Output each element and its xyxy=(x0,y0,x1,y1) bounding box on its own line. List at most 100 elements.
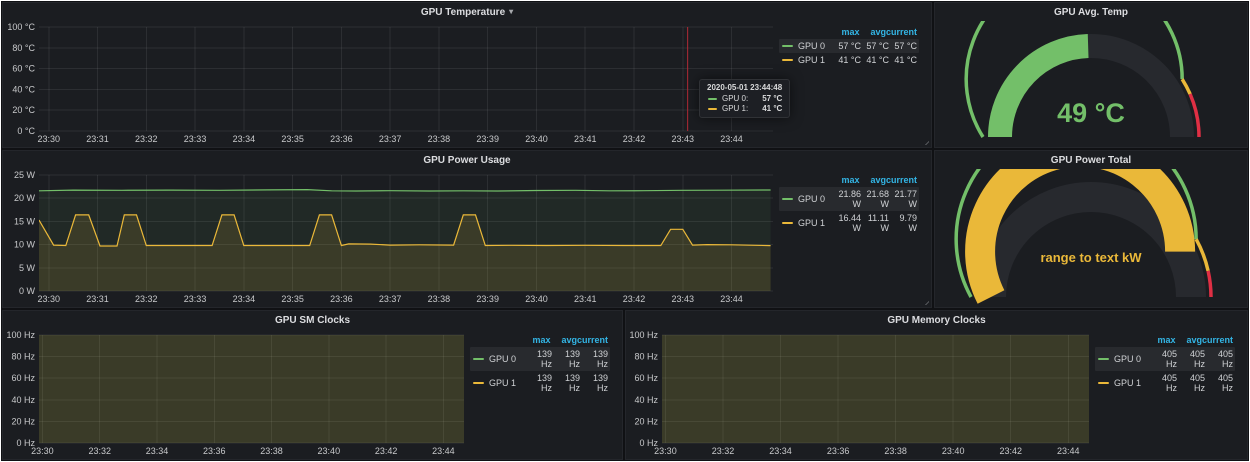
svg-text:23:30: 23:30 xyxy=(37,134,60,144)
panel-title: GPU Temperature xyxy=(421,7,505,18)
svg-text:60 °C: 60 °C xyxy=(12,64,35,74)
legend-row[interactable]: GPU 057 °C57 °C57 °C xyxy=(779,39,919,53)
svg-text:23:36: 23:36 xyxy=(330,134,353,144)
stat-header[interactable]: current xyxy=(577,335,608,345)
svg-text:23:34: 23:34 xyxy=(233,294,256,304)
stat-header[interactable]: avg xyxy=(550,335,577,345)
stat-value: 41 °C xyxy=(889,55,917,65)
stat-value: 405 Hz xyxy=(1149,373,1177,393)
gpu-temperature-chart[interactable]: 0 °C20 °C40 °C60 °C80 °C100 °C23:3023:31… xyxy=(5,21,779,145)
panel-header-gpu-sm-clocks[interactable]: GPU SM Clocks xyxy=(3,311,622,329)
legend-row[interactable]: GPU 0139 Hz139 Hz139 Hz xyxy=(470,347,610,371)
series-color-dash xyxy=(473,358,484,360)
stat-header[interactable]: current xyxy=(886,27,917,37)
stat-header[interactable]: max xyxy=(833,175,859,185)
GPU 1-area xyxy=(39,329,464,443)
tooltip-series-value: 57 °C xyxy=(752,94,782,103)
stat-header[interactable]: avg xyxy=(859,175,886,185)
svg-text:23:44: 23:44 xyxy=(720,294,743,304)
svg-text:23:39: 23:39 xyxy=(476,294,499,304)
svg-text:23:33: 23:33 xyxy=(184,294,207,304)
gpu-sm-clocks-plot: 0 Hz20 Hz40 Hz60 Hz80 Hz100 Hz23:3023:32… xyxy=(5,329,470,457)
gpu-power-total-gauge: range to text kW xyxy=(937,169,1245,305)
gpu-power-usage-chart[interactable]: 0 W5 W10 W15 W20 W25 W23:3023:3123:3223:… xyxy=(5,169,779,305)
stat-header[interactable]: max xyxy=(833,27,859,37)
svg-text:23:31: 23:31 xyxy=(86,134,109,144)
panel-header-gpu-avg-temp[interactable]: GPU Avg. Temp xyxy=(935,3,1247,21)
panel-title: GPU Power Total xyxy=(1051,155,1131,166)
gpu-temperature-legend: maxavgcurrentGPU 057 °C57 °C57 °CGPU 141… xyxy=(779,21,929,145)
series-name: GPU 0 xyxy=(486,354,524,364)
legend-row[interactable]: GPU 1405 Hz405 Hz405 Hz xyxy=(1095,371,1235,395)
svg-text:23:34: 23:34 xyxy=(146,446,169,456)
series-color-dash xyxy=(708,98,717,100)
svg-text:23:42: 23:42 xyxy=(375,446,398,456)
legend-header: maxavgcurrent xyxy=(779,25,919,39)
stat-header[interactable]: avg xyxy=(859,27,886,37)
legend-row[interactable]: GPU 0405 Hz405 Hz405 Hz xyxy=(1095,347,1235,371)
svg-text:23:42: 23:42 xyxy=(623,134,646,144)
svg-text:23:44: 23:44 xyxy=(1057,446,1080,456)
stat-header[interactable]: max xyxy=(524,335,550,345)
gpu-memory-clocks-chart[interactable]: 0 Hz20 Hz40 Hz60 Hz80 Hz100 Hz23:3023:32… xyxy=(628,329,1095,457)
stat-value: 16.44 W xyxy=(833,213,861,233)
gpu-power-usage-plot: 0 W5 W10 W15 W20 W25 W23:3023:3123:3223:… xyxy=(5,169,779,305)
stat-value: 11.11 W xyxy=(861,213,889,233)
gauge-threshold-arc xyxy=(1208,271,1211,297)
panel-header-gpu-memory-clocks[interactable]: GPU Memory Clocks xyxy=(626,311,1247,329)
svg-text:40 °C: 40 °C xyxy=(12,84,35,94)
legend-row[interactable]: GPU 1139 Hz139 Hz139 Hz xyxy=(470,371,610,395)
series-name: GPU 1 xyxy=(795,218,833,228)
panel-header-gpu-power-usage[interactable]: GPU Power Usage xyxy=(3,151,931,169)
svg-text:23:30: 23:30 xyxy=(654,446,677,456)
legend-header: maxavgcurrent xyxy=(470,333,610,347)
panel-header-gpu-temperature[interactable]: GPU Temperature ▾ xyxy=(3,3,931,21)
stat-header[interactable]: max xyxy=(1149,335,1175,345)
svg-text:23:30: 23:30 xyxy=(37,294,60,304)
stat-value: 57 °C xyxy=(861,41,889,51)
gauge-value: 49 °C xyxy=(937,98,1245,129)
svg-text:23:36: 23:36 xyxy=(203,446,226,456)
stat-value: 57 °C xyxy=(889,41,917,51)
svg-text:23:38: 23:38 xyxy=(260,446,283,456)
grafana-dashboard: GPU Temperature ▾ 0 °C20 °C40 °C60 °C80 … xyxy=(1,1,1249,461)
stat-value: 9.79 W xyxy=(889,213,917,233)
stat-header[interactable]: avg xyxy=(1175,335,1202,345)
svg-text:20 Hz: 20 Hz xyxy=(634,416,658,426)
svg-text:23:43: 23:43 xyxy=(672,134,695,144)
panel-header-gpu-power-total[interactable]: GPU Power Total xyxy=(935,151,1247,169)
svg-text:25 W: 25 W xyxy=(14,170,36,180)
gauge-value: range to text kW xyxy=(937,250,1245,265)
legend-row[interactable]: GPU 021.86 W21.68 W21.77 W xyxy=(779,187,919,211)
svg-text:23:42: 23:42 xyxy=(623,294,646,304)
chevron-down-icon[interactable]: ▾ xyxy=(509,8,513,16)
panel-gpu-temperature: GPU Temperature ▾ 0 °C20 °C40 °C60 °C80 … xyxy=(2,2,932,148)
svg-text:0 °C: 0 °C xyxy=(17,126,35,136)
svg-text:23:40: 23:40 xyxy=(525,294,548,304)
legend-row[interactable]: GPU 141 °C41 °C41 °C xyxy=(779,53,919,67)
stat-value: 139 Hz xyxy=(524,373,552,393)
stat-value: 405 Hz xyxy=(1177,349,1205,369)
tooltip-series-name: GPU 0: xyxy=(722,94,748,103)
panel-title: GPU Memory Clocks xyxy=(887,315,985,326)
svg-text:23:32: 23:32 xyxy=(135,294,158,304)
series-color-dash xyxy=(782,45,793,47)
stat-value: 21.77 W xyxy=(889,189,917,209)
svg-text:23:38: 23:38 xyxy=(884,446,907,456)
svg-text:60 Hz: 60 Hz xyxy=(11,373,35,383)
svg-text:23:40: 23:40 xyxy=(525,134,548,144)
stat-value: 405 Hz xyxy=(1149,349,1177,369)
stat-header[interactable]: current xyxy=(1202,335,1233,345)
svg-text:23:40: 23:40 xyxy=(942,446,965,456)
panel-gpu-memory-clocks: GPU Memory Clocks 0 Hz20 Hz40 Hz60 Hz80 … xyxy=(625,310,1248,460)
svg-text:5 W: 5 W xyxy=(19,263,36,273)
svg-text:20 Hz: 20 Hz xyxy=(11,416,35,426)
gpu-sm-clocks-chart[interactable]: 0 Hz20 Hz40 Hz60 Hz80 Hz100 Hz23:3023:32… xyxy=(5,329,470,457)
legend-row[interactable]: GPU 116.44 W11.11 W9.79 W xyxy=(779,211,919,235)
series-color-dash xyxy=(782,59,793,61)
panel-title: GPU Power Usage xyxy=(423,155,510,166)
tooltip-row: GPU 0: 57 °C xyxy=(707,94,782,103)
gpu-sm-clocks-legend: maxavgcurrentGPU 0139 Hz139 Hz139 HzGPU … xyxy=(470,329,620,457)
svg-text:23:41: 23:41 xyxy=(574,294,597,304)
stat-header[interactable]: current xyxy=(886,175,917,185)
